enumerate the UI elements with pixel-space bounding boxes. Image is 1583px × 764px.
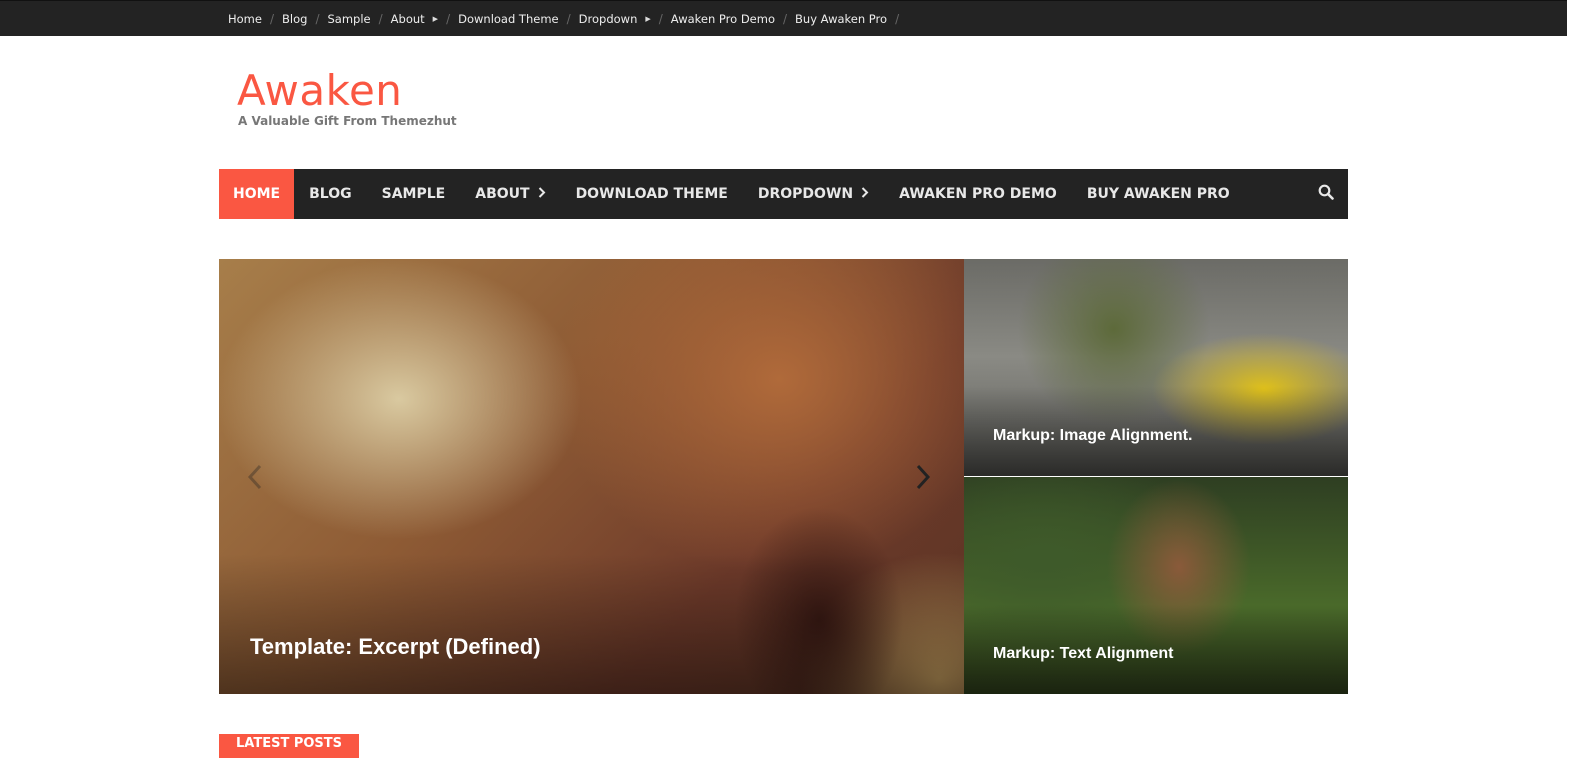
nav-item-home[interactable]: Home (219, 169, 295, 219)
top-menu-label: Blog (282, 12, 308, 26)
featured-post-1[interactable]: Markup: Image Alignment. (964, 259, 1348, 476)
top-menu-separator: / (446, 12, 451, 26)
nav-item-awaken-pro-demo[interactable]: Awaken Pro Demo (884, 169, 1072, 219)
nav-item-label: Sample (381, 186, 446, 202)
top-menu-label: Awaken Pro Demo (670, 12, 775, 26)
top-menu-separator: / (566, 12, 571, 26)
featured-slider[interactable]: Template: Excerpt (Defined) (219, 259, 964, 694)
caret-right-icon: ▶ (645, 15, 651, 23)
top-menu-separator: / (269, 12, 275, 26)
top-menu-label: Buy Awaken Pro (795, 12, 888, 26)
nav-item-label: Dropdown (757, 186, 854, 202)
caret-right-icon: ▶ (432, 15, 439, 23)
main-nav: Home Blog Sample About Download Theme Dr… (219, 169, 1348, 219)
top-menu-item-download-theme[interactable]: Download Theme / (458, 12, 579, 26)
top-menu-label: Download Theme (458, 12, 559, 26)
nav-item-dropdown[interactable]: Dropdown (743, 169, 884, 219)
nav-item-label: Awaken Pro Demo (899, 186, 1057, 202)
top-menu-separator: / (378, 12, 383, 26)
search-button[interactable] (1318, 169, 1334, 219)
nav-item-blog[interactable]: Blog (294, 169, 367, 219)
slider-caption-link[interactable]: Template: Excerpt (Defined) (250, 634, 541, 660)
top-menu-item-buy-awaken-pro[interactable]: Buy Awaken Pro / (795, 12, 907, 26)
nav-item-download-theme[interactable]: Download Theme (561, 169, 743, 219)
nav-item-label: Blog (309, 186, 352, 202)
top-menu-separator: / (315, 12, 320, 26)
nav-item-label: About (475, 186, 530, 202)
top-bar: Home / Blog / Sample / About ▶ / Downloa… (0, 0, 1567, 36)
site-tagline: A Valuable Gift From Themezhut (238, 114, 457, 128)
search-icon (1318, 184, 1334, 205)
chevron-left-icon (247, 464, 263, 494)
top-menu-item-sample[interactable]: Sample / (327, 12, 390, 26)
top-menu-item-home[interactable]: Home / (228, 12, 282, 26)
top-menu-label: Sample (327, 12, 371, 26)
chevron-right-icon (538, 186, 546, 202)
top-menu-separator: / (658, 12, 663, 26)
top-menu-label: Dropdown (578, 12, 638, 26)
top-menu-item-awaken-pro-demo[interactable]: Awaken Pro Demo / (671, 12, 795, 26)
latest-posts-heading: Latest Posts (219, 734, 360, 758)
nav-item-sample[interactable]: Sample (367, 169, 461, 219)
top-menu-item-blog[interactable]: Blog / (282, 12, 327, 26)
chevron-right-icon (861, 186, 869, 202)
nav-item-label: Home (233, 186, 281, 202)
top-menu-item-about[interactable]: About ▶ / (391, 12, 458, 26)
featured-post-title[interactable]: Markup: Text Alignment (993, 645, 1173, 663)
slider-prev-button[interactable] (247, 464, 263, 495)
nav-item-buy-awaken-pro[interactable]: Buy Awaken Pro (1072, 169, 1245, 219)
featured-post-2[interactable]: Markup: Text Alignment (964, 477, 1348, 694)
nav-item-label: Buy Awaken Pro (1086, 186, 1230, 202)
nav-item-label: Download Theme (575, 186, 728, 202)
top-menu-separator: / (783, 12, 788, 26)
slider-next-button[interactable] (915, 464, 931, 495)
nav-item-about[interactable]: About (460, 169, 560, 219)
top-menu-label: Home (228, 12, 262, 26)
featured-post-title[interactable]: Markup: Image Alignment. (993, 427, 1192, 445)
site-title[interactable]: Awaken (237, 66, 402, 115)
top-menu-separator: / (895, 12, 900, 26)
top-menu-item-dropdown[interactable]: Dropdown ▶ / (579, 12, 671, 26)
top-menu: Home / Blog / Sample / About ▶ / Downloa… (228, 1, 907, 37)
chevron-right-icon (915, 464, 931, 494)
top-menu-label: About (390, 12, 425, 26)
